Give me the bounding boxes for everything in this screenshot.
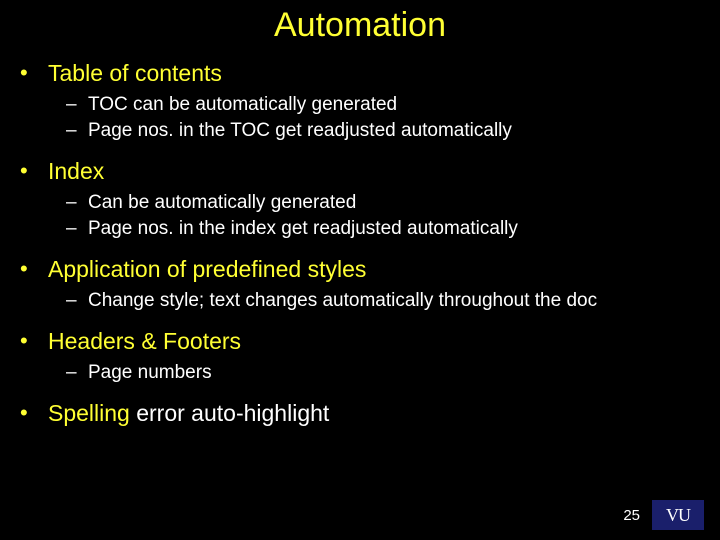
sub-list: – Can be automatically generated – Page …: [66, 191, 700, 241]
bullet-icon: •: [20, 59, 48, 87]
slide-footer: 25 VU: [623, 500, 704, 530]
bullet-label: Headers & Footers: [48, 327, 241, 355]
dash-icon: –: [66, 119, 88, 143]
bullet-label: Spelling error auto-highlight: [48, 399, 329, 427]
page-number: 25: [623, 507, 640, 524]
bullet-label: Index: [48, 157, 104, 185]
sub-text: Page nos. in the TOC get readjusted auto…: [88, 119, 512, 143]
bullet-icon: •: [20, 327, 48, 355]
vu-logo: VU: [652, 500, 704, 530]
sub-list: – Page numbers: [66, 361, 700, 385]
sub-list: – TOC can be automatically generated – P…: [66, 93, 700, 143]
dash-icon: –: [66, 217, 88, 241]
vu-logo-text: VU: [666, 505, 690, 526]
sub-text: Page nos. in the index get readjusted au…: [88, 217, 518, 241]
sub-item: – Page nos. in the index get readjusted …: [66, 217, 700, 241]
dash-icon: –: [66, 289, 88, 313]
bullet-list: • Table of contents – TOC can be automat…: [20, 59, 700, 427]
sub-item: – Page numbers: [66, 361, 700, 385]
dash-icon: –: [66, 361, 88, 385]
bullet-label: Application of predefined styles: [48, 255, 366, 283]
sub-text: Page numbers: [88, 361, 212, 385]
slide-title: Automation: [20, 6, 700, 45]
sub-text: TOC can be automatically generated: [88, 93, 397, 117]
bullet-index: • Index – Can be automatically generated…: [20, 157, 700, 241]
sub-text: Can be automatically generated: [88, 191, 356, 215]
bullet-toc: • Table of contents – TOC can be automat…: [20, 59, 700, 143]
dash-icon: –: [66, 191, 88, 215]
sub-item: – Change style; text changes automatical…: [66, 289, 700, 313]
bullet-icon: •: [20, 399, 48, 427]
sub-item: – Page nos. in the TOC get readjusted au…: [66, 119, 700, 143]
spell-rest-white: error auto-highlight: [130, 400, 329, 426]
bullet-headers: • Headers & Footers – Page numbers: [20, 327, 700, 385]
spell-word-yellow: Spelling: [48, 400, 130, 426]
bullet-icon: •: [20, 255, 48, 283]
sub-list: – Change style; text changes automatical…: [66, 289, 700, 313]
bullet-icon: •: [20, 157, 48, 185]
sub-item: – Can be automatically generated: [66, 191, 700, 215]
bullet-label: Table of contents: [48, 59, 222, 87]
dash-icon: –: [66, 93, 88, 117]
bullet-spelling: • Spelling error auto-highlight: [20, 399, 700, 427]
bullet-styles: • Application of predefined styles – Cha…: [20, 255, 700, 313]
sub-item: – TOC can be automatically generated: [66, 93, 700, 117]
sub-text: Change style; text changes automatically…: [88, 289, 597, 313]
slide: Automation • Table of contents – TOC can…: [0, 0, 720, 540]
